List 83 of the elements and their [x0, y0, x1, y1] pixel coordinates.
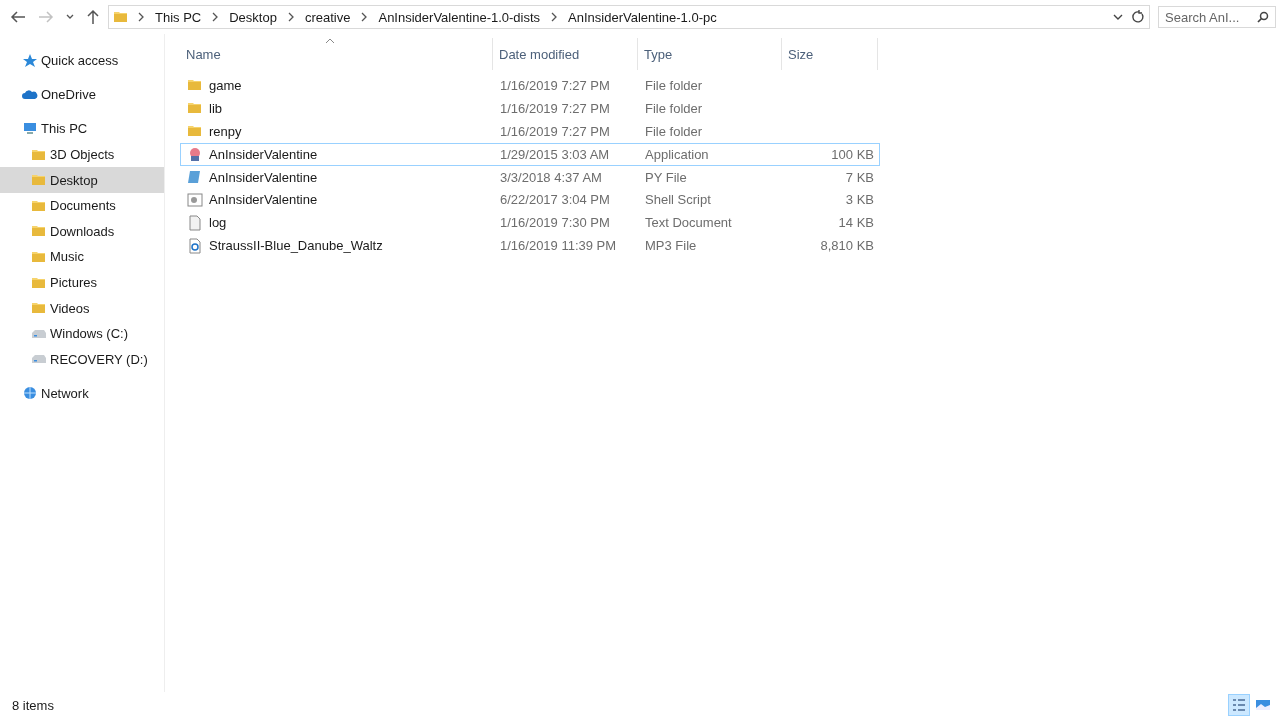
type-cell-text: Shell Script [644, 192, 712, 208]
date-cell-text: 1/16/2019 11:39 PM [499, 238, 618, 254]
chevron-icon [137, 12, 145, 22]
script-icon [187, 191, 203, 208]
sidebar-item[interactable]: Downloads [0, 218, 164, 245]
sidebar-item[interactable]: Pictures [0, 269, 164, 296]
date-cell-text: 1/29/2015 3:03 AM [499, 146, 611, 162]
column-header[interactable]: Size [782, 38, 878, 70]
date-cell-text: 1/16/2019 7:27 PM [499, 123, 611, 139]
audio-file-icon [187, 237, 203, 254]
folder-icon [113, 9, 129, 25]
sidebar-item[interactable]: 3D Objects [0, 141, 164, 168]
date-cell-text: 1/16/2019 7:27 PM [499, 100, 611, 116]
type-cell-text: File folder [644, 123, 704, 139]
type-cell-text: File folder [644, 77, 704, 93]
chevron-icon [550, 12, 559, 22]
sidebar-item[interactable]: Windows (C:) [0, 320, 164, 347]
file-name: AnInsiderValentine [209, 192, 318, 208]
type-cell-text: MP3 File [644, 238, 698, 254]
file-row[interactable]: log 1/16/2019 7:30 PM Text Document 14 KB [180, 211, 880, 235]
date-cell-text: 6/22/2017 3:04 PM [499, 192, 611, 208]
breadcrumb-segment[interactable]: AnInsiderValentine-1.0-dists [376, 9, 543, 25]
file-name: lib [209, 100, 222, 116]
column-header[interactable]: Type [638, 38, 782, 70]
application-icon [187, 146, 203, 163]
computer-icon [22, 121, 38, 137]
breadcrumb-segment[interactable]: creative [302, 9, 353, 25]
column-header[interactable]: Date modified [493, 38, 638, 70]
size-cell-text: 7 KB [844, 169, 875, 185]
breadcrumb-segment[interactable]: Desktop [227, 9, 279, 25]
file-row[interactable]: lib 1/16/2019 7:27 PM File folder [180, 96, 880, 120]
dropdown-icon[interactable] [1113, 13, 1123, 21]
chevron-icon [286, 12, 295, 22]
type-cell-text: File folder [644, 100, 704, 116]
file-name: StraussII-Blue_Danube_Waltz [209, 238, 383, 254]
file-row[interactable]: StraussII-Blue_Danube_Waltz 1/16/2019 11:39 PM MP3 File 8,810 KB [180, 234, 880, 258]
date-cell-text: 1/16/2019 7:27 PM [499, 77, 611, 93]
size-cell-text: 14 KB [837, 215, 875, 231]
address-bar[interactable]: This PC Desktop creative AnInsiderValentine-1.0-dists AnInsiderValentine-1.0-pc [108, 5, 1150, 29]
column-header[interactable]: Name [180, 38, 493, 70]
file-row[interactable]: game 1/16/2019 7:27 PM File folder [180, 74, 880, 97]
sidebar-item[interactable]: Videos [0, 295, 164, 321]
file-name: AnInsiderValentine [209, 146, 318, 162]
document-icon [187, 214, 203, 231]
chevron-icon [211, 12, 220, 22]
caret-icon [66, 14, 74, 20]
list-icon [1232, 698, 1246, 712]
size-cell-text: 8,810 KB [819, 238, 875, 254]
star-icon [22, 52, 38, 69]
document-icon [187, 169, 203, 185]
type-cell-text: Text Document [644, 215, 733, 231]
size-cell-text: 100 KB [830, 146, 875, 162]
sidebar-item[interactable]: RECOVERY (D:) [0, 346, 164, 373]
file-row[interactable]: AnInsiderValentine 1/29/2015 3:03 AM Application 100 KB [180, 142, 880, 166]
type-cell-text: PY File [644, 169, 688, 185]
details-view-button[interactable] [1228, 694, 1250, 716]
breadcrumb-segment[interactable]: This PC [153, 9, 204, 25]
date-cell-text: 3/3/2018 4:37 AM [499, 169, 603, 185]
item-count: 8 items [12, 697, 55, 713]
file-row[interactable]: renpy 1/16/2019 7:27 PM File folder [180, 119, 880, 143]
sidebar-item[interactable]: Quick access [0, 48, 164, 74]
file-name: log [209, 215, 227, 231]
refresh-icon[interactable] [1131, 10, 1145, 24]
file-name: game [209, 77, 242, 93]
search-field[interactable]: Search AnI... [1158, 6, 1276, 28]
breadcrumb-segment[interactable]: AnInsiderValentine-1.0-pc [566, 9, 719, 25]
sidebar-item[interactable]: Desktop [0, 167, 164, 193]
file-name: renpy [209, 123, 242, 139]
search-icon [1257, 11, 1269, 23]
file-row[interactable]: AnInsiderValentine 3/3/2018 4:37 AM PY File 7 KB [180, 165, 880, 189]
file-name: AnInsiderValentine [209, 169, 318, 185]
network-icon [22, 385, 38, 402]
chevron-icon [360, 12, 369, 22]
sidebar-item[interactable]: OneDrive [0, 82, 164, 108]
sidebar-item[interactable]: Documents [0, 192, 164, 219]
date-cell-text: 1/16/2019 7:30 PM [499, 215, 611, 231]
picture-icon [1255, 699, 1271, 711]
sidebar-item[interactable]: This PC [0, 116, 164, 142]
type-cell-text: Application [644, 146, 710, 162]
sidebar-item[interactable]: Music [0, 244, 164, 270]
size-cell-text: 3 KB [844, 192, 875, 208]
file-row[interactable]: AnInsiderValentine 6/22/2017 3:04 PM Shell Script 3 KB [180, 188, 880, 212]
sidebar-item[interactable]: Network [0, 380, 164, 407]
